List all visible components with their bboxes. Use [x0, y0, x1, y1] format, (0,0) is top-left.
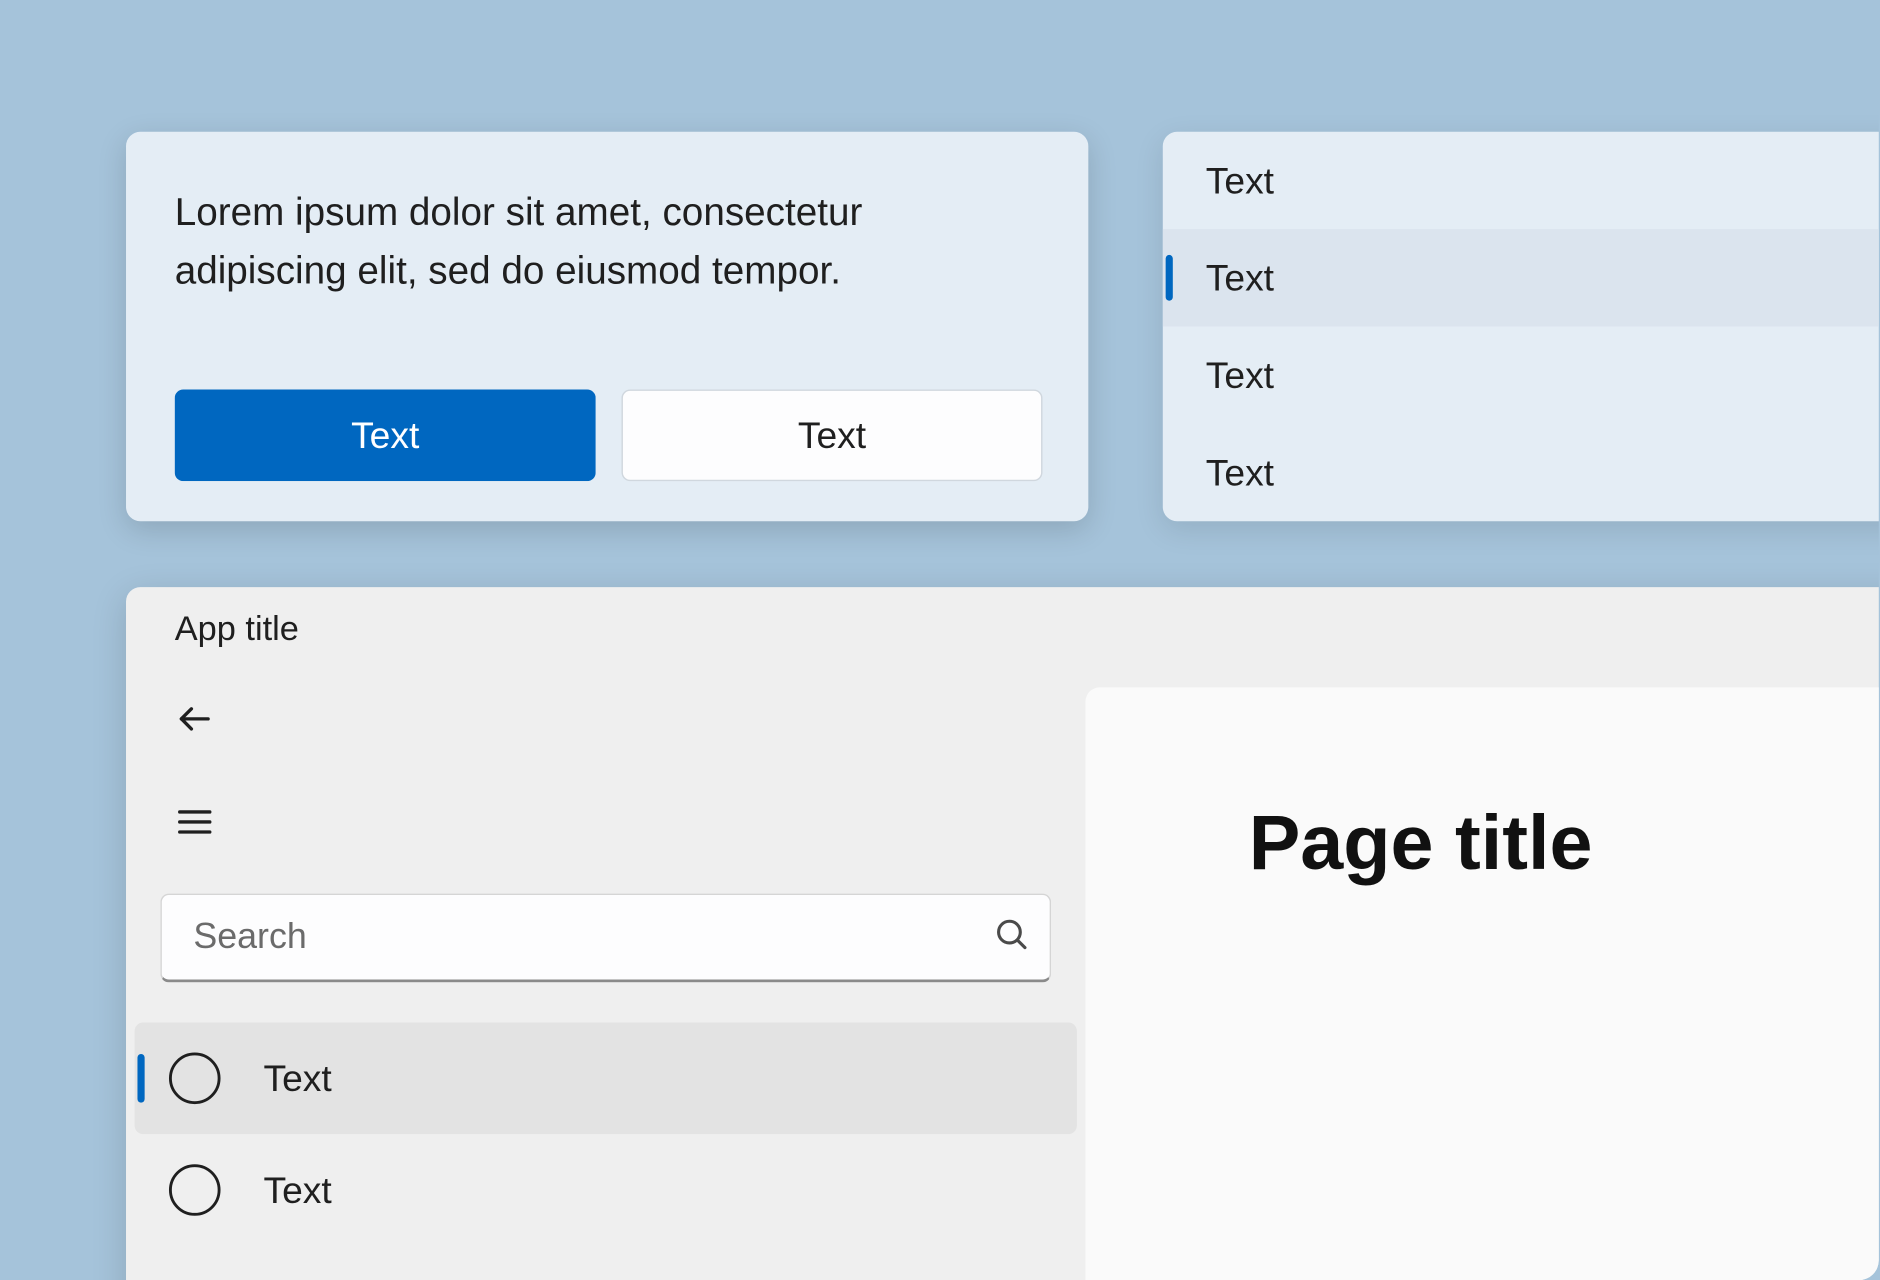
search-icon [992, 915, 1029, 959]
nav-list: Text Text [126, 1011, 1085, 1246]
list-item-label: Text [1206, 158, 1274, 202]
back-button[interactable] [160, 687, 229, 756]
dialog-primary-button[interactable]: Text [175, 390, 596, 482]
dialog-primary-button-label: Text [351, 413, 419, 457]
list-item[interactable]: Text [1163, 326, 1879, 423]
list-panel: Text Text Text Text [1163, 132, 1879, 522]
nav-item-label: Text [263, 1168, 331, 1212]
search-box[interactable] [160, 894, 1051, 983]
circle-icon [169, 1164, 221, 1216]
list-item[interactable]: Text [1163, 424, 1879, 521]
search-input[interactable] [193, 916, 992, 958]
app-window: App title [126, 587, 1879, 1280]
hamburger-icon [175, 801, 215, 848]
dialog-card: Lorem ipsum dolor sit amet, consectetur … [126, 132, 1088, 522]
list-item[interactable]: Text [1163, 229, 1879, 326]
circle-icon [169, 1053, 221, 1105]
dialog-button-row: Text Text [175, 390, 1040, 482]
dialog-secondary-button-label: Text [798, 413, 866, 457]
content-pane: Page title [1085, 687, 1878, 1280]
dialog-secondary-button[interactable]: Text [621, 390, 1042, 482]
list-item-label: Text [1206, 450, 1274, 494]
app-title: App title [175, 610, 299, 650]
hamburger-button[interactable] [160, 790, 229, 859]
nav-item-label: Text [263, 1056, 331, 1100]
nav-item[interactable]: Text [135, 1022, 1077, 1134]
app-titlebar: App title [126, 587, 1879, 673]
navigation-pane: Text Text [126, 673, 1085, 1280]
page-title: Page title [1249, 799, 1879, 888]
arrow-left-icon [175, 698, 215, 745]
list-item-label: Text [1206, 256, 1274, 300]
list-item[interactable]: Text [1163, 132, 1879, 229]
dialog-body-text: Lorem ipsum dolor sit amet, consectetur … [175, 183, 1040, 299]
list-item-label: Text [1206, 353, 1274, 397]
nav-item[interactable]: Text [135, 1134, 1077, 1246]
